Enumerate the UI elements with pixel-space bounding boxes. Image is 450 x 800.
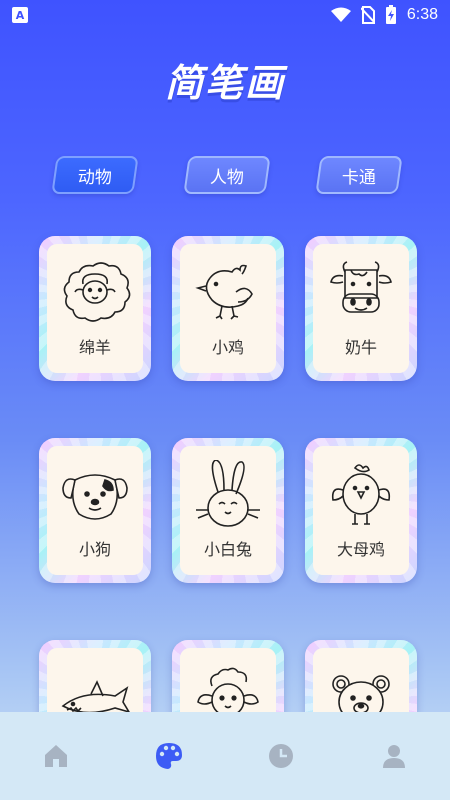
- tab-people[interactable]: 人物: [183, 156, 271, 194]
- tab-label: 人物: [210, 167, 244, 188]
- tab-animals[interactable]: 动物: [51, 156, 139, 194]
- card-inner: 小鸡: [180, 244, 276, 373]
- card-inner: 小白兔: [180, 446, 276, 575]
- card-cow[interactable]: 奶牛: [305, 236, 417, 381]
- app-notification-icon: A: [12, 7, 28, 23]
- battery-charging-icon: [385, 5, 396, 24]
- card-hen[interactable]: 大母鸡: [305, 438, 417, 583]
- card-label: 大母鸡: [336, 540, 385, 559]
- card-chick[interactable]: 小鸡: [172, 236, 284, 381]
- tab-label: 动物: [78, 167, 112, 188]
- card-label: 小鸡: [211, 338, 244, 357]
- card-label: 绵羊: [78, 338, 111, 357]
- status-time: 6:38: [406, 6, 438, 23]
- chick-drawing: [195, 264, 253, 320]
- card-inner: 奶牛: [313, 244, 409, 373]
- no-sim-icon: [360, 6, 375, 24]
- nav-profile[interactable]: [374, 736, 414, 776]
- card-label: 小狗: [78, 540, 111, 559]
- category-tabs: 动物 人物 卡通: [0, 156, 450, 194]
- profile-icon: [382, 745, 405, 768]
- bottom-nav: [0, 712, 450, 800]
- puppy-drawing: [62, 474, 128, 520]
- card-rabbit[interactable]: 小白兔: [172, 438, 284, 583]
- card-label: 小白兔: [203, 540, 252, 559]
- nav-home[interactable]: [36, 736, 76, 776]
- card-puppy[interactable]: 小狗: [39, 438, 151, 583]
- clock-icon: [269, 744, 294, 768]
- tab-cartoon[interactable]: 卡通: [315, 156, 403, 194]
- page-title: 简笔画: [164, 61, 285, 105]
- palette-icon: [155, 743, 182, 769]
- sheep-drawing: [63, 262, 131, 322]
- card-label: 奶牛: [344, 338, 377, 357]
- nav-palette[interactable]: [149, 736, 189, 776]
- card-inner: 绵羊: [47, 244, 143, 373]
- home-icon: [45, 745, 68, 767]
- tab-label: 卡通: [342, 167, 376, 188]
- card-inner: 大母鸡: [313, 446, 409, 575]
- hen-drawing: [331, 464, 391, 525]
- wifi-icon: [330, 7, 351, 22]
- status-bar: A 6:38: [0, 0, 450, 30]
- cow-drawing: [330, 261, 392, 313]
- card-sheep[interactable]: 绵羊: [39, 236, 151, 381]
- nav-history[interactable]: [261, 736, 301, 776]
- rabbit-drawing: [196, 460, 260, 527]
- card-inner: 小狗: [47, 446, 143, 575]
